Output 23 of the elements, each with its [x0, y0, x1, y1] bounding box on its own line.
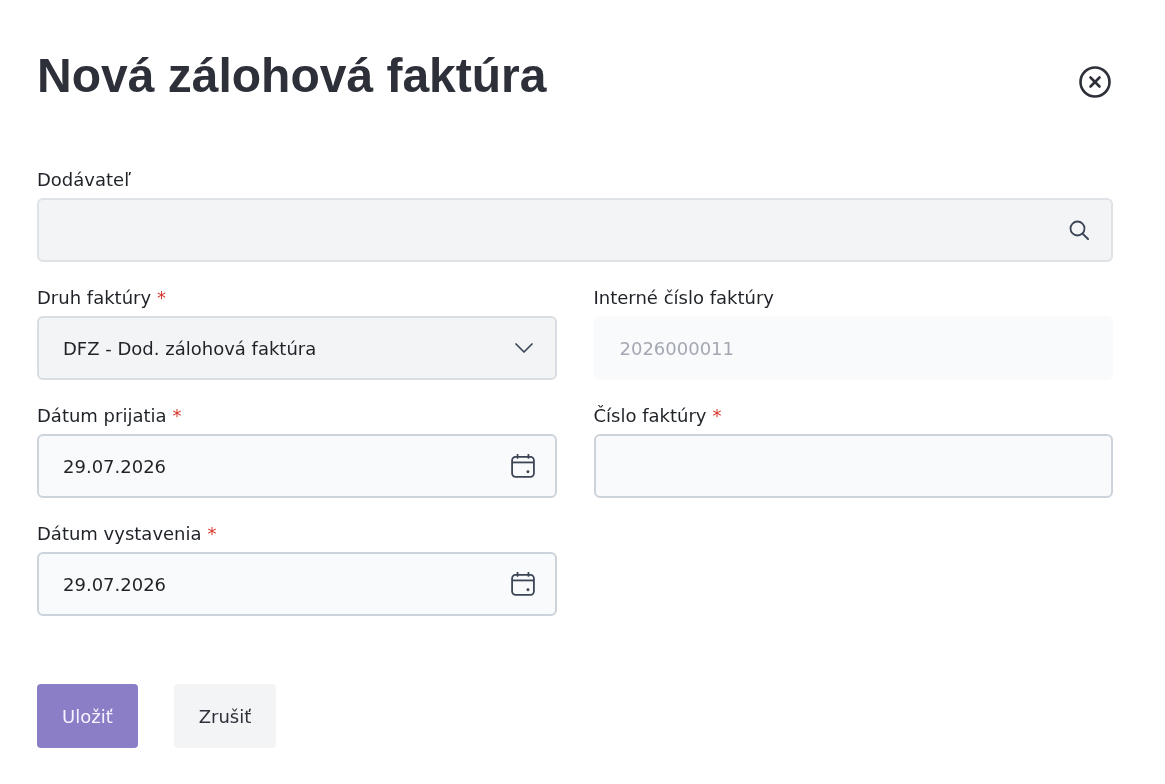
date-field[interactable]: 29.07.2026 — [37, 552, 557, 616]
field-label: Druh faktúry — [37, 286, 152, 310]
required-marker: * — [157, 286, 167, 310]
cancel-button[interactable]: Zrušiť — [173, 684, 277, 748]
field-label: Číslo faktúry — [593, 404, 707, 428]
date-field[interactable]: 29.07.2026 — [37, 434, 557, 498]
dialog-title: Nová zálohová faktúra — [37, 52, 547, 100]
required-marker: * — [207, 522, 217, 546]
field-label: Dodávateľ — [37, 168, 131, 192]
field-label: Dátum vystavenia — [37, 522, 202, 546]
required-marker: * — [712, 404, 722, 428]
dropdown-field[interactable]: DFZ - Dod. zálohová faktúra — [37, 316, 557, 380]
chevron-down-icon — [514, 343, 533, 353]
calendar-icon — [510, 454, 535, 478]
calendar-icon — [510, 572, 535, 596]
field-label: Interné číslo faktúry — [593, 286, 774, 310]
text-field: 2026000011 — [593, 316, 1113, 380]
text-field[interactable] — [593, 434, 1113, 498]
search-icon — [1069, 220, 1089, 240]
search-field[interactable] — [37, 198, 1113, 262]
field-label: Dátum prijatia — [37, 404, 167, 428]
close-button[interactable] — [1079, 66, 1111, 98]
required-marker: * — [172, 404, 182, 428]
